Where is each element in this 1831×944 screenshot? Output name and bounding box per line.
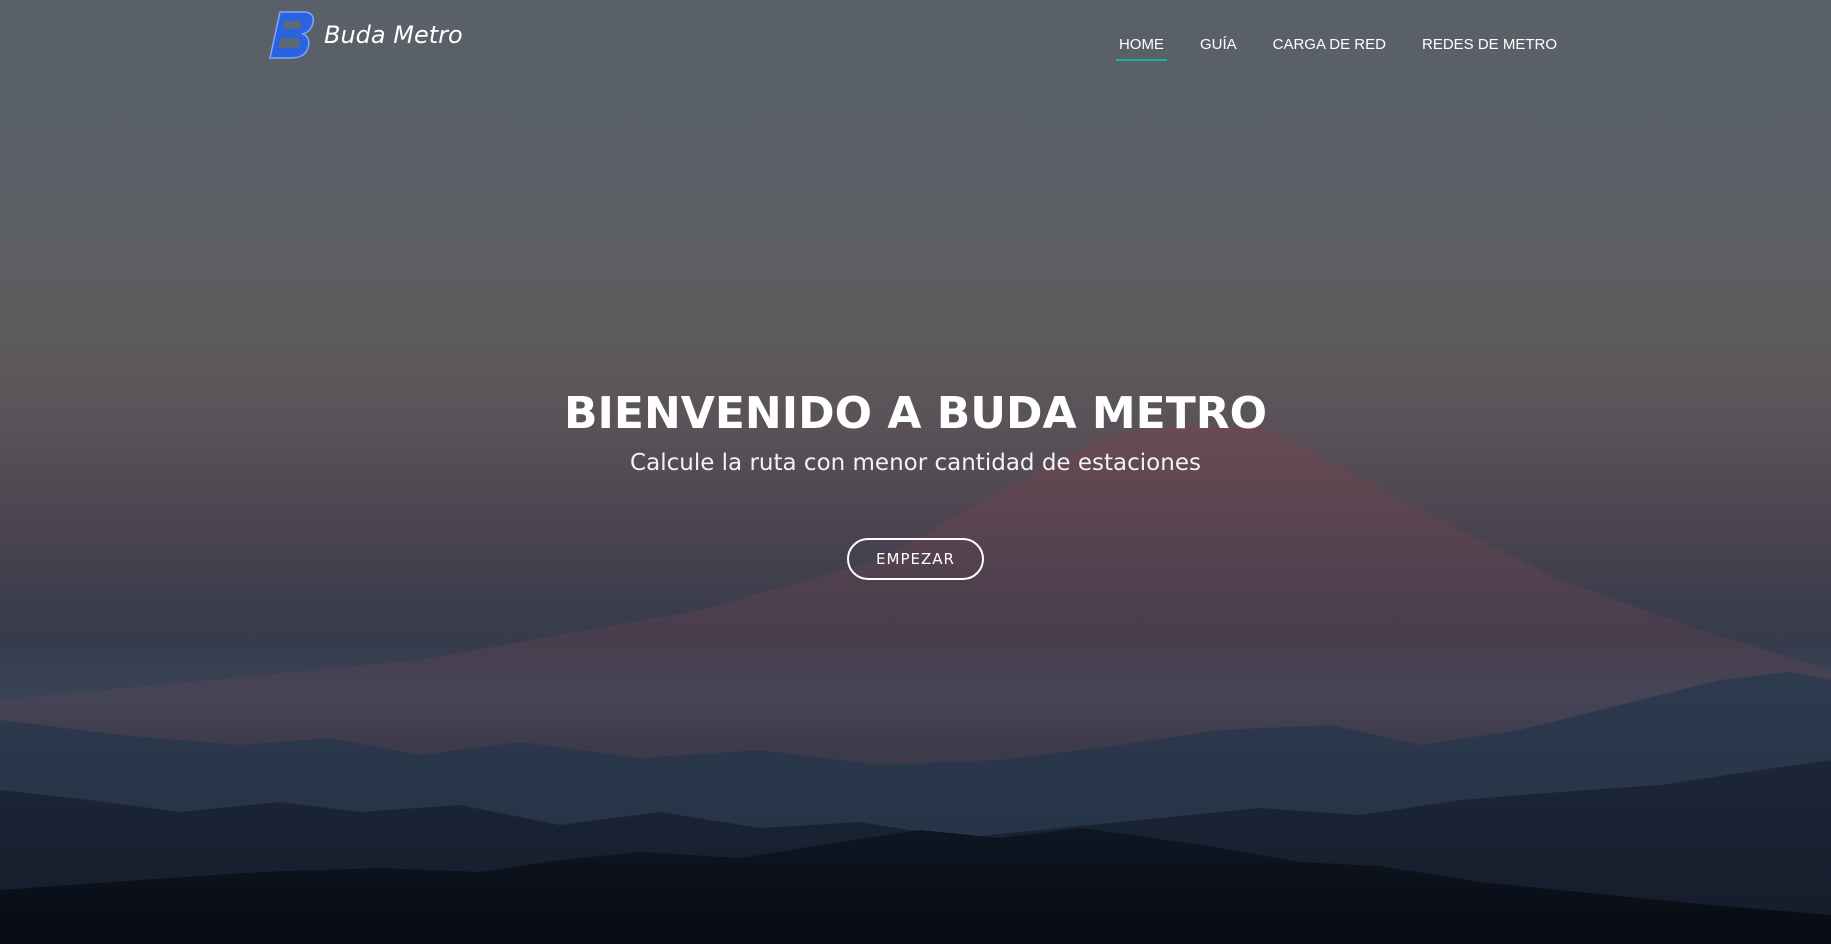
nav-item-guia[interactable]: GUÍA	[1197, 30, 1240, 61]
hero-subtitle: Calcule la ruta con menor cantidad de es…	[630, 450, 1201, 476]
nav-item-carga-de-red[interactable]: CARGA DE RED	[1270, 30, 1389, 61]
brand-link[interactable]: Buda Metro	[268, 10, 463, 60]
top-navbar: Buda Metro HOME GUÍA CARGA DE RED REDES …	[0, 0, 1831, 90]
buda-metro-logo-icon	[269, 11, 315, 59]
main-nav: HOME GUÍA CARGA DE RED REDES DE METRO	[1115, 30, 1560, 61]
brand-name: Buda Metro	[324, 21, 463, 49]
hero-section: Buda Metro HOME GUÍA CARGA DE RED REDES …	[0, 0, 1831, 944]
empezar-button[interactable]: EMPEZAR	[847, 538, 984, 580]
nav-item-home[interactable]: HOME	[1115, 30, 1167, 61]
hero-content: BIENVENIDO A BUDA METRO Calcule la ruta …	[0, 384, 1831, 580]
nav-item-redes-de-metro[interactable]: REDES DE METRO	[1419, 30, 1560, 61]
hero-title: BIENVENIDO A BUDA METRO	[563, 388, 1267, 439]
